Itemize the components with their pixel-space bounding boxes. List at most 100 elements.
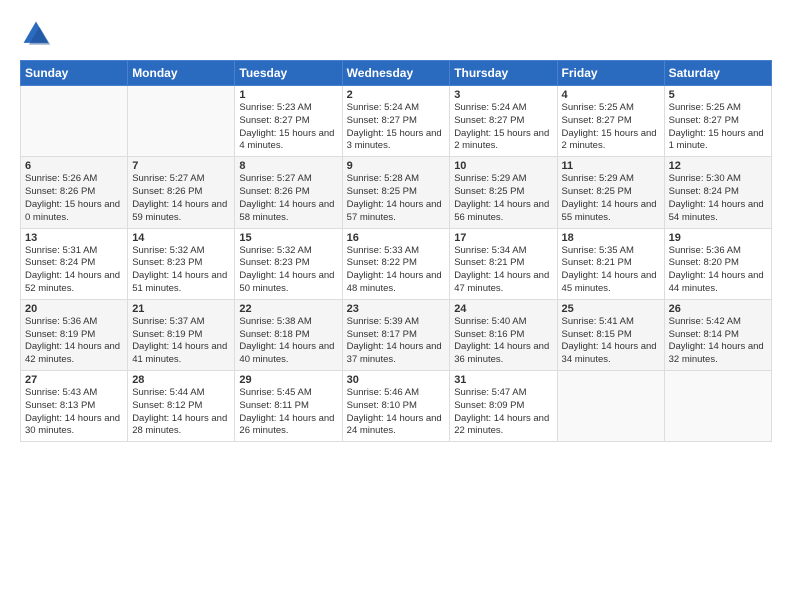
day-number: 13 bbox=[25, 232, 123, 244]
calendar-week-4: 20Sunrise: 5:36 AM Sunset: 8:19 PM Dayli… bbox=[21, 299, 772, 370]
day-number: 24 bbox=[454, 303, 552, 315]
day-info: Sunrise: 5:45 AM Sunset: 8:11 PM Dayligh… bbox=[239, 387, 337, 438]
weekday-header-row: SundayMondayTuesdayWednesdayThursdayFrid… bbox=[21, 61, 772, 86]
calendar-cell: 22Sunrise: 5:38 AM Sunset: 8:18 PM Dayli… bbox=[235, 299, 342, 370]
header bbox=[20, 18, 772, 50]
calendar-cell: 30Sunrise: 5:46 AM Sunset: 8:10 PM Dayli… bbox=[342, 371, 450, 442]
logo bbox=[20, 18, 56, 50]
day-number: 3 bbox=[454, 89, 552, 101]
day-info: Sunrise: 5:43 AM Sunset: 8:13 PM Dayligh… bbox=[25, 387, 123, 438]
calendar-week-2: 6Sunrise: 5:26 AM Sunset: 8:26 PM Daylig… bbox=[21, 157, 772, 228]
calendar-cell: 18Sunrise: 5:35 AM Sunset: 8:21 PM Dayli… bbox=[557, 228, 664, 299]
day-number: 16 bbox=[347, 232, 446, 244]
day-number: 2 bbox=[347, 89, 446, 101]
calendar-cell: 13Sunrise: 5:31 AM Sunset: 8:24 PM Dayli… bbox=[21, 228, 128, 299]
calendar-cell: 8Sunrise: 5:27 AM Sunset: 8:26 PM Daylig… bbox=[235, 157, 342, 228]
calendar-cell: 16Sunrise: 5:33 AM Sunset: 8:22 PM Dayli… bbox=[342, 228, 450, 299]
logo-icon bbox=[20, 18, 52, 50]
day-info: Sunrise: 5:27 AM Sunset: 8:26 PM Dayligh… bbox=[239, 173, 337, 224]
calendar-cell bbox=[664, 371, 771, 442]
calendar-cell: 2Sunrise: 5:24 AM Sunset: 8:27 PM Daylig… bbox=[342, 86, 450, 157]
day-info: Sunrise: 5:29 AM Sunset: 8:25 PM Dayligh… bbox=[454, 173, 552, 224]
day-number: 25 bbox=[562, 303, 660, 315]
weekday-tuesday: Tuesday bbox=[235, 61, 342, 86]
weekday-sunday: Sunday bbox=[21, 61, 128, 86]
calendar-cell: 29Sunrise: 5:45 AM Sunset: 8:11 PM Dayli… bbox=[235, 371, 342, 442]
day-info: Sunrise: 5:25 AM Sunset: 8:27 PM Dayligh… bbox=[669, 102, 767, 153]
weekday-monday: Monday bbox=[128, 61, 235, 86]
calendar-cell: 12Sunrise: 5:30 AM Sunset: 8:24 PM Dayli… bbox=[664, 157, 771, 228]
day-info: Sunrise: 5:33 AM Sunset: 8:22 PM Dayligh… bbox=[347, 245, 446, 296]
day-info: Sunrise: 5:42 AM Sunset: 8:14 PM Dayligh… bbox=[669, 316, 767, 367]
day-number: 6 bbox=[25, 160, 123, 172]
day-info: Sunrise: 5:46 AM Sunset: 8:10 PM Dayligh… bbox=[347, 387, 446, 438]
day-number: 14 bbox=[132, 232, 230, 244]
weekday-thursday: Thursday bbox=[450, 61, 557, 86]
day-number: 12 bbox=[669, 160, 767, 172]
day-info: Sunrise: 5:38 AM Sunset: 8:18 PM Dayligh… bbox=[239, 316, 337, 367]
calendar-cell: 3Sunrise: 5:24 AM Sunset: 8:27 PM Daylig… bbox=[450, 86, 557, 157]
day-info: Sunrise: 5:31 AM Sunset: 8:24 PM Dayligh… bbox=[25, 245, 123, 296]
day-info: Sunrise: 5:32 AM Sunset: 8:23 PM Dayligh… bbox=[239, 245, 337, 296]
calendar-week-5: 27Sunrise: 5:43 AM Sunset: 8:13 PM Dayli… bbox=[21, 371, 772, 442]
calendar-cell: 6Sunrise: 5:26 AM Sunset: 8:26 PM Daylig… bbox=[21, 157, 128, 228]
day-number: 23 bbox=[347, 303, 446, 315]
weekday-wednesday: Wednesday bbox=[342, 61, 450, 86]
calendar-cell: 26Sunrise: 5:42 AM Sunset: 8:14 PM Dayli… bbox=[664, 299, 771, 370]
calendar-cell: 27Sunrise: 5:43 AM Sunset: 8:13 PM Dayli… bbox=[21, 371, 128, 442]
calendar-cell: 21Sunrise: 5:37 AM Sunset: 8:19 PM Dayli… bbox=[128, 299, 235, 370]
day-info: Sunrise: 5:36 AM Sunset: 8:19 PM Dayligh… bbox=[25, 316, 123, 367]
calendar-cell bbox=[557, 371, 664, 442]
calendar-cell: 31Sunrise: 5:47 AM Sunset: 8:09 PM Dayli… bbox=[450, 371, 557, 442]
day-info: Sunrise: 5:24 AM Sunset: 8:27 PM Dayligh… bbox=[347, 102, 446, 153]
calendar-cell bbox=[21, 86, 128, 157]
day-number: 22 bbox=[239, 303, 337, 315]
day-number: 19 bbox=[669, 232, 767, 244]
calendar-cell: 20Sunrise: 5:36 AM Sunset: 8:19 PM Dayli… bbox=[21, 299, 128, 370]
day-info: Sunrise: 5:27 AM Sunset: 8:26 PM Dayligh… bbox=[132, 173, 230, 224]
day-info: Sunrise: 5:34 AM Sunset: 8:21 PM Dayligh… bbox=[454, 245, 552, 296]
day-info: Sunrise: 5:23 AM Sunset: 8:27 PM Dayligh… bbox=[239, 102, 337, 153]
day-info: Sunrise: 5:32 AM Sunset: 8:23 PM Dayligh… bbox=[132, 245, 230, 296]
day-number: 8 bbox=[239, 160, 337, 172]
calendar-cell: 11Sunrise: 5:29 AM Sunset: 8:25 PM Dayli… bbox=[557, 157, 664, 228]
day-info: Sunrise: 5:44 AM Sunset: 8:12 PM Dayligh… bbox=[132, 387, 230, 438]
day-info: Sunrise: 5:35 AM Sunset: 8:21 PM Dayligh… bbox=[562, 245, 660, 296]
day-info: Sunrise: 5:37 AM Sunset: 8:19 PM Dayligh… bbox=[132, 316, 230, 367]
day-info: Sunrise: 5:30 AM Sunset: 8:24 PM Dayligh… bbox=[669, 173, 767, 224]
calendar-cell: 14Sunrise: 5:32 AM Sunset: 8:23 PM Dayli… bbox=[128, 228, 235, 299]
weekday-friday: Friday bbox=[557, 61, 664, 86]
day-info: Sunrise: 5:24 AM Sunset: 8:27 PM Dayligh… bbox=[454, 102, 552, 153]
calendar-week-1: 1Sunrise: 5:23 AM Sunset: 8:27 PM Daylig… bbox=[21, 86, 772, 157]
calendar-week-3: 13Sunrise: 5:31 AM Sunset: 8:24 PM Dayli… bbox=[21, 228, 772, 299]
calendar-cell: 5Sunrise: 5:25 AM Sunset: 8:27 PM Daylig… bbox=[664, 86, 771, 157]
day-info: Sunrise: 5:28 AM Sunset: 8:25 PM Dayligh… bbox=[347, 173, 446, 224]
calendar-cell: 23Sunrise: 5:39 AM Sunset: 8:17 PM Dayli… bbox=[342, 299, 450, 370]
day-number: 30 bbox=[347, 374, 446, 386]
day-number: 21 bbox=[132, 303, 230, 315]
calendar-cell: 17Sunrise: 5:34 AM Sunset: 8:21 PM Dayli… bbox=[450, 228, 557, 299]
calendar-table: SundayMondayTuesdayWednesdayThursdayFrid… bbox=[20, 60, 772, 442]
day-info: Sunrise: 5:36 AM Sunset: 8:20 PM Dayligh… bbox=[669, 245, 767, 296]
calendar-cell bbox=[128, 86, 235, 157]
day-number: 29 bbox=[239, 374, 337, 386]
day-info: Sunrise: 5:29 AM Sunset: 8:25 PM Dayligh… bbox=[562, 173, 660, 224]
calendar-cell: 10Sunrise: 5:29 AM Sunset: 8:25 PM Dayli… bbox=[450, 157, 557, 228]
day-number: 7 bbox=[132, 160, 230, 172]
day-number: 17 bbox=[454, 232, 552, 244]
calendar-cell: 19Sunrise: 5:36 AM Sunset: 8:20 PM Dayli… bbox=[664, 228, 771, 299]
day-number: 28 bbox=[132, 374, 230, 386]
day-info: Sunrise: 5:47 AM Sunset: 8:09 PM Dayligh… bbox=[454, 387, 552, 438]
page: SundayMondayTuesdayWednesdayThursdayFrid… bbox=[0, 0, 792, 612]
calendar-cell: 4Sunrise: 5:25 AM Sunset: 8:27 PM Daylig… bbox=[557, 86, 664, 157]
calendar-cell: 7Sunrise: 5:27 AM Sunset: 8:26 PM Daylig… bbox=[128, 157, 235, 228]
day-number: 9 bbox=[347, 160, 446, 172]
calendar-cell: 25Sunrise: 5:41 AM Sunset: 8:15 PM Dayli… bbox=[557, 299, 664, 370]
day-number: 5 bbox=[669, 89, 767, 101]
day-number: 1 bbox=[239, 89, 337, 101]
calendar-cell: 9Sunrise: 5:28 AM Sunset: 8:25 PM Daylig… bbox=[342, 157, 450, 228]
weekday-saturday: Saturday bbox=[664, 61, 771, 86]
day-number: 15 bbox=[239, 232, 337, 244]
day-number: 26 bbox=[669, 303, 767, 315]
day-number: 27 bbox=[25, 374, 123, 386]
